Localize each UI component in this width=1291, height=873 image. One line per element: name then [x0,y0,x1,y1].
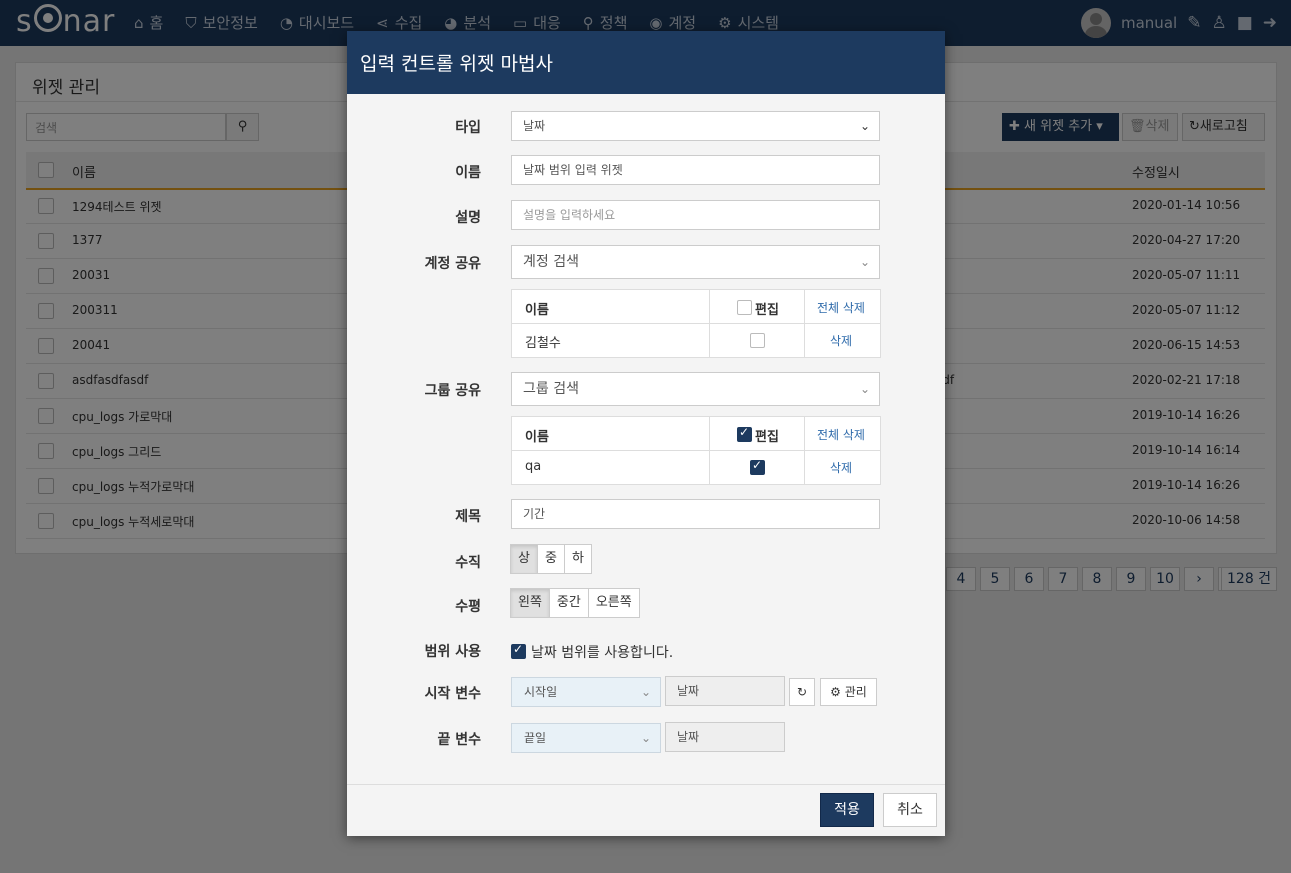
account-share-label: 계정 공유 [424,256,481,272]
vertical-label: 수직 [455,555,481,571]
end-var-select[interactable]: 끝일 ⌄ [511,723,661,753]
title-label: 제목 [455,509,481,525]
account-row-delete-link[interactable]: 삭제 [830,332,852,349]
account-col-edit: 편집 [755,303,779,318]
horizontal-align-group: 왼쪽 중간 오른쪽 [510,588,640,618]
manage-label: 관리 [844,685,867,699]
group-row-edit-checkbox[interactable] [750,458,765,475]
chevron-down-icon: ⌄ [640,685,651,699]
modal-title: 입력 컨트롤 위젯 마법사 [360,53,553,75]
chevron-down-icon: ⌄ [859,382,870,396]
start-var-type: 날짜 [665,676,785,706]
vertical-align-option[interactable]: 상 [510,544,538,574]
group-share-label: 그룹 공유 [424,383,481,399]
cancel-button[interactable]: 취소 [883,793,937,827]
end-var-type: 날짜 [665,722,785,752]
group-search-placeholder: 그룹 검색 [523,381,579,397]
group-row-delete-link[interactable]: 삭제 [830,459,852,476]
vertical-align-option[interactable]: 하 [563,544,592,574]
chevron-down-icon: ⌄ [859,119,870,133]
account-delete-all-link[interactable]: 전체 삭제 [817,299,865,316]
end-var-label: 끝 변수 [437,732,481,748]
type-label: 타입 [455,120,481,136]
chevron-down-icon: ⌄ [640,731,651,745]
refresh-icon: ↻ [796,685,808,699]
group-col-edit: 편집 [755,430,779,445]
divider [804,290,805,357]
account-share-table: 이름 편집 전체 삭제 김철수 삭제 [511,289,881,358]
horizontal-align-option[interactable]: 오른쪽 [587,588,640,618]
gear-icon: ⚙ [830,685,841,699]
manage-button[interactable]: ⚙ 관리 [820,678,877,706]
divider [709,290,710,357]
vertical-align-group: 상중하 [510,544,592,574]
account-row-edit-checkbox[interactable] [750,333,765,348]
vertical-align-option[interactable]: 중 [536,544,565,574]
group-search-select[interactable]: 그룹 검색 ⌄ [511,372,880,406]
desc-input[interactable]: 설명을 입력하세요 [511,200,880,230]
group-edit-all-checkbox[interactable] [737,425,752,442]
title-input[interactable]: 기간 [511,499,880,529]
account-row-name: 김철수 [525,336,561,351]
start-var-label: 시작 변수 [424,686,481,702]
horizontal-align-option[interactable]: 중간 [548,588,589,618]
type-select[interactable]: 날짜 ⌄ [511,111,880,141]
account-edit-all-checkbox[interactable] [737,300,752,315]
end-var-value: 끝일 [524,731,547,745]
apply-button[interactable]: 적용 [820,793,874,827]
range-use-checkbox[interactable] [511,642,526,659]
group-col-name: 이름 [525,430,549,445]
start-var-select[interactable]: 시작일 ⌄ [511,677,661,707]
start-var-value: 시작일 [524,685,558,699]
horizontal-label: 수평 [455,599,481,615]
account-search-placeholder: 계정 검색 [523,254,579,270]
group-row-name: qa [525,459,542,474]
refresh-button[interactable]: ↻ [789,678,815,706]
range-use-text: 날짜 범위를 사용합니다. [531,645,674,661]
name-input[interactable]: 날짜 범위 입력 위젯 [511,155,880,185]
account-search-select[interactable]: 계정 검색 ⌄ [511,245,880,279]
group-share-table: 이름 편집 전체 삭제 qa 삭제 [511,416,881,485]
name-label: 이름 [455,165,481,181]
horizontal-align-option[interactable]: 왼쪽 [510,588,550,618]
modal-header: 입력 컨트롤 위젯 마법사 [347,31,945,94]
range-use-label: 범위 사용 [424,644,481,660]
group-delete-all-link[interactable]: 전체 삭제 [817,426,865,443]
account-col-name: 이름 [525,303,549,318]
widget-wizard-modal: 입력 컨트롤 위젯 마법사 타입 날짜 ⌄ 이름 날짜 범위 입력 위젯 설명 설… [347,31,945,836]
chevron-down-icon: ⌄ [859,255,870,269]
divider [804,417,805,484]
type-value: 날짜 [523,119,546,133]
desc-label: 설명 [455,210,481,226]
divider [709,417,710,484]
